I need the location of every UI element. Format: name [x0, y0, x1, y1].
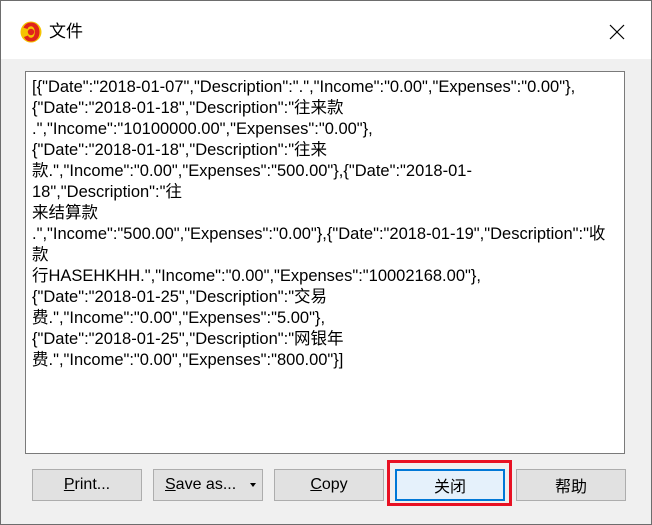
- save-as-button[interactable]: Save as...: [153, 469, 263, 501]
- copy-button-mnemonic: C: [310, 476, 322, 493]
- help-button-label: 帮助: [554, 479, 587, 496]
- app-logo-icon: [20, 21, 42, 43]
- help-button[interactable]: 帮助: [516, 469, 626, 501]
- copy-button[interactable]: Copy: [274, 469, 384, 501]
- chevron-down-icon[interactable]: [250, 483, 256, 487]
- window-title: 文件: [49, 22, 83, 42]
- copy-button-label: opy: [321, 476, 348, 493]
- window-close-button[interactable]: [597, 17, 637, 47]
- save-as-button-mnemonic: S: [165, 476, 176, 493]
- title-bar: 文件: [1, 1, 651, 59]
- print-button[interactable]: Print...: [32, 469, 142, 501]
- close-dialog-button-label: 关闭: [433, 479, 466, 496]
- dialog-window: 文件 [{"Date":"2018-01-07","Description":"…: [0, 0, 652, 525]
- json-content-text-area[interactable]: [{"Date":"2018-01-07","Description":".",…: [25, 71, 625, 454]
- print-button-mnemonic: P: [63, 476, 75, 493]
- save-as-button-label: ave as...: [175, 476, 237, 493]
- close-icon: [609, 24, 625, 40]
- close-dialog-button[interactable]: 关闭: [395, 469, 505, 501]
- print-button-label: rint...: [74, 476, 111, 493]
